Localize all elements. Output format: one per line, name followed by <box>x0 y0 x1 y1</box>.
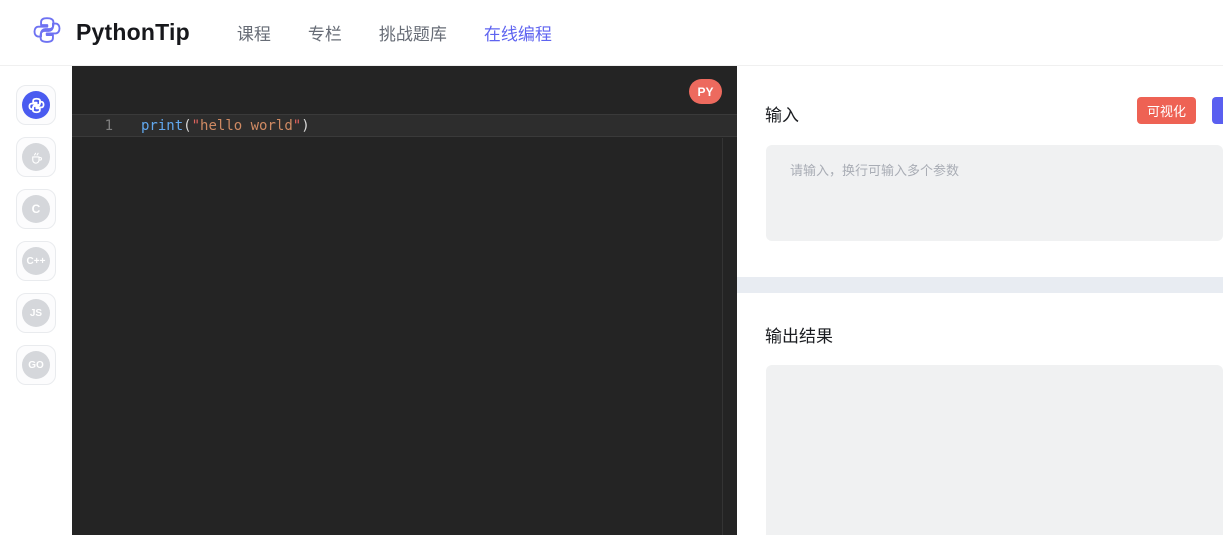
token-string: hello world <box>200 117 293 134</box>
nav-item-challenges[interactable]: 挑战题库 <box>379 20 447 45</box>
c-icon: C <box>22 195 50 223</box>
cpp-icon: C++ <box>22 247 50 275</box>
token-close-paren: ) <box>301 117 310 134</box>
lang-button-java[interactable] <box>16 137 56 177</box>
main-area: C C++ JS GO 1 print("hello world") PY 输入… <box>0 66 1223 535</box>
nav-item-columns[interactable]: 专栏 <box>308 20 342 45</box>
lang-button-go[interactable]: GO <box>16 345 56 385</box>
nav-item-courses[interactable]: 课程 <box>237 20 271 45</box>
top-navbar: PythonTip 课程 专栏 挑战题库 在线编程 <box>0 0 1223 66</box>
visualize-button[interactable]: 可视化 <box>1137 97 1196 124</box>
language-sidebar: C C++ JS GO <box>0 66 72 535</box>
go-icon: GO <box>22 351 50 379</box>
lang-button-python[interactable] <box>16 85 56 125</box>
code-text: print("hello world") <box>141 118 310 134</box>
token-open-paren: ( <box>183 117 192 134</box>
lang-button-js[interactable]: JS <box>16 293 56 333</box>
main-nav: 课程 专栏 挑战题库 在线编程 <box>237 20 552 45</box>
java-icon <box>22 143 50 171</box>
brand-title: PythonTip <box>76 19 190 45</box>
output-result-box <box>766 365 1223 535</box>
python-logo-icon <box>32 15 62 50</box>
code-editor: 1 print("hello world") PY <box>72 66 737 535</box>
lang-button-cpp[interactable]: C++ <box>16 241 56 281</box>
editor-ruler-line <box>722 138 723 535</box>
python-icon <box>22 91 50 119</box>
js-icon: JS <box>22 299 50 327</box>
io-panel: 输入 可视化 输出结果 <box>737 66 1223 535</box>
token-close-quote: " <box>292 117 302 134</box>
run-button-partial[interactable] <box>1212 97 1223 124</box>
input-section-title: 输入 <box>765 106 799 125</box>
language-badge: PY <box>689 79 722 104</box>
line-number: 1 <box>104 117 113 134</box>
lang-button-c[interactable]: C <box>16 189 56 229</box>
output-section-title: 输出结果 <box>765 327 833 346</box>
code-line-1: 1 print("hello world") <box>72 114 737 137</box>
token-open-quote: " <box>191 117 201 134</box>
stdin-input[interactable] <box>766 145 1223 241</box>
section-separator <box>737 277 1223 293</box>
nav-item-online-coding[interactable]: 在线编程 <box>484 20 552 45</box>
token-print: print <box>141 117 184 134</box>
pythontip-logo[interactable] <box>32 17 64 49</box>
code-edit-surface[interactable]: 1 print("hello world") <box>72 66 737 535</box>
